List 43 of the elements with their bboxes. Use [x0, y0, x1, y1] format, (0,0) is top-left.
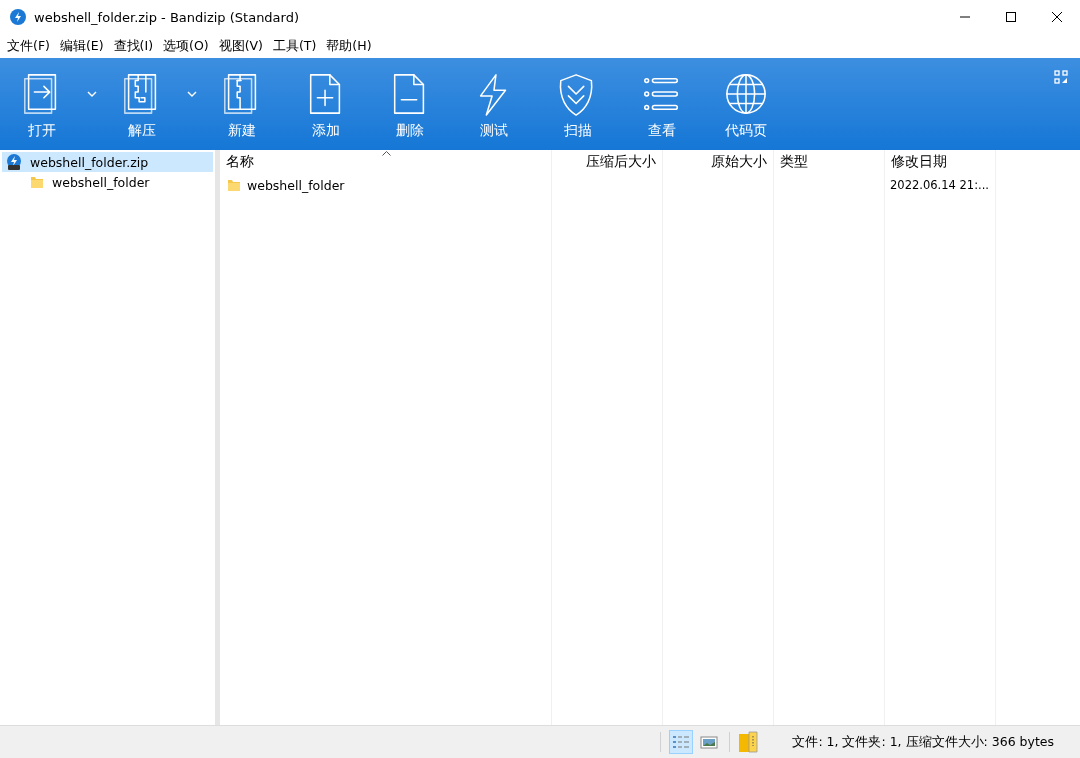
table-cell: 2022.06.14 21:... — [890, 178, 989, 192]
menu-item[interactable]: 查找(I) — [108, 37, 159, 55]
tree-item[interactable]: webshell_folder — [2, 172, 213, 192]
toolbar-button[interactable]: 查看 — [620, 58, 704, 149]
app-logo-icon — [10, 9, 26, 25]
menu-item[interactable]: 文件(F) — [2, 37, 55, 55]
folder-icon — [30, 175, 44, 189]
globe-icon — [724, 72, 768, 116]
toolbar-button[interactable]: 解压 — [100, 58, 184, 149]
column-header[interactable]: 修改日期 — [891, 153, 947, 171]
menu-item[interactable]: 编辑(E) — [54, 37, 109, 55]
maximize-icon — [1006, 12, 1016, 22]
picture-icon — [700, 735, 719, 749]
toolbar-button[interactable]: 代码页 — [704, 58, 788, 149]
sort-caret-icon — [381, 151, 391, 156]
menu-item[interactable]: 帮助(H) — [321, 37, 377, 55]
folder-pane-button[interactable] — [738, 731, 759, 753]
column-header[interactable]: 类型 — [780, 153, 808, 171]
details-view-icon — [672, 735, 691, 749]
chevron-down-icon — [187, 91, 197, 97]
menu-item[interactable]: 选项(O) — [158, 37, 214, 55]
toolbar-button[interactable]: 测试 — [452, 58, 536, 149]
toolbar-button[interactable]: 打开 — [0, 58, 84, 149]
column-header[interactable]: 压缩后大小 — [586, 153, 656, 171]
close-icon — [1052, 12, 1062, 22]
column-header[interactable]: 名称 — [226, 153, 254, 171]
file-name[interactable]: webshell_folder — [247, 177, 345, 193]
folder-icon — [227, 178, 241, 192]
layout-toggle-icon[interactable] — [1054, 70, 1068, 84]
details-view-button[interactable] — [669, 730, 694, 754]
window-title: webshell_folder.zip - Bandizip (Standard) — [34, 9, 301, 25]
toolbar-button[interactable]: 扫描 — [536, 58, 620, 149]
tree-item[interactable]: webshell_folder.zip — [2, 152, 213, 172]
menu-item[interactable]: 工具(T) — [267, 37, 322, 55]
folder-pane-icon — [738, 731, 759, 753]
archive-icon — [6, 154, 22, 170]
toolbar-button[interactable]: 新建 — [200, 58, 284, 149]
menu-item[interactable]: 视图(V) — [213, 37, 268, 55]
chevron-down-icon — [87, 91, 97, 97]
status-text: 文件: 1, 文件夹: 1, 压缩文件大小: 366 bytes — [792, 733, 1054, 751]
toolbar-button[interactable]: 删除 — [368, 58, 452, 149]
toolbar-button[interactable]: 添加 — [284, 58, 368, 149]
column-header[interactable]: 原始大小 — [711, 153, 767, 171]
